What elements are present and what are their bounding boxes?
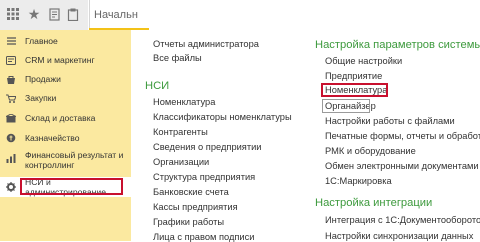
sidebar-item-finance[interactable]: Финансовый результат и контроллинг bbox=[0, 150, 131, 176]
link-general-settings[interactable]: Общие настройки bbox=[325, 56, 402, 66]
link-all-files[interactable]: Все файлы bbox=[153, 53, 202, 63]
favorites-star-icon[interactable]: ★ bbox=[25, 5, 43, 23]
link-work-schedules[interactable]: Графики работы bbox=[153, 217, 224, 227]
apps-grid-icon[interactable] bbox=[4, 5, 22, 23]
top-toolbar: ★ Начальн bbox=[0, 0, 480, 31]
sidebar-item-label: Закупки bbox=[25, 93, 57, 103]
sidebar-item-label: Финансовый результат и контроллинг bbox=[25, 150, 124, 170]
link-nomenclature-classifiers[interactable]: Классификаторы номенклатуры bbox=[153, 112, 292, 122]
clipboard-icon[interactable] bbox=[64, 5, 82, 23]
main-content: Отчеты администратора Все файлы НСИ Номе… bbox=[131, 30, 480, 242]
link-print-forms[interactable]: Печатные формы, отчеты и обработки bbox=[325, 131, 480, 141]
warehouse-icon bbox=[6, 113, 16, 123]
link-admin-reports[interactable]: Отчеты администратора bbox=[153, 39, 259, 49]
link-nomenclature[interactable]: Номенклатура bbox=[153, 97, 215, 107]
sidebar-item-label: Продажи bbox=[25, 74, 61, 84]
sidebar-item-label: Главное bbox=[25, 36, 58, 46]
link-bank-accounts[interactable]: Банковские счета bbox=[153, 187, 229, 197]
link-enterprise[interactable]: Предприятие bbox=[325, 71, 382, 81]
link-company-structure[interactable]: Структура предприятия bbox=[153, 172, 255, 182]
sidebar-item-sales[interactable]: Продажи bbox=[0, 69, 131, 89]
purchases-icon bbox=[6, 93, 16, 103]
sidebar-item-treasury[interactable]: Казначейство bbox=[0, 128, 131, 148]
link-file-settings[interactable]: Настройки работы с файлами bbox=[325, 116, 455, 126]
treasury-icon bbox=[6, 133, 16, 143]
sidebar: Главное CRM и маркетинг Продажи Закупки … bbox=[0, 30, 131, 241]
section-heading-integration: Настройка интеграции bbox=[315, 197, 433, 209]
tab-home[interactable]: Начальн bbox=[89, 0, 149, 30]
sidebar-item-purchases[interactable]: Закупки bbox=[0, 88, 131, 108]
finance-icon bbox=[6, 153, 16, 163]
link-counterparties[interactable]: Контрагенты bbox=[153, 127, 208, 137]
link-company-info[interactable]: Сведения о предприятии bbox=[153, 142, 261, 152]
highlight-box bbox=[321, 83, 388, 97]
link-marking[interactable]: 1С:Маркировка bbox=[325, 176, 392, 186]
section-heading-nsi: НСИ bbox=[145, 80, 170, 92]
sidebar-item-nsi-admin[interactable]: НСИ и администрирование bbox=[0, 177, 131, 197]
crm-icon bbox=[6, 55, 16, 65]
highlight-box bbox=[20, 178, 123, 195]
gear-icon bbox=[6, 182, 16, 192]
menu-lines-icon bbox=[6, 36, 16, 46]
link-docflow-integration[interactable]: Интеграция с 1С:Документооборотом bbox=[325, 215, 480, 225]
link-organizations[interactable]: Организации bbox=[153, 157, 209, 167]
history-icon[interactable] bbox=[45, 5, 63, 23]
link-cash-desks[interactable]: Кассы предприятия bbox=[153, 202, 238, 212]
link-data-sync-settings[interactable]: Настройки синхронизации данных bbox=[325, 231, 473, 241]
sidebar-item-label: CRM и маркетинг bbox=[25, 55, 95, 65]
link-edi[interactable]: Обмен электронными документами bbox=[325, 161, 479, 171]
section-heading-system-settings: Настройка параметров системы bbox=[315, 39, 480, 51]
sidebar-item-crm[interactable]: CRM и маркетинг bbox=[0, 50, 131, 70]
sidebar-item-label: Казначейство bbox=[25, 133, 80, 143]
focus-box bbox=[322, 99, 370, 113]
sales-icon bbox=[6, 74, 16, 84]
sidebar-item-main[interactable]: Главное bbox=[0, 31, 131, 51]
sidebar-item-warehouse[interactable]: Склад и доставка bbox=[0, 108, 131, 128]
sidebar-item-label: Склад и доставка bbox=[25, 113, 96, 123]
link-pos-equipment[interactable]: РМК и оборудование bbox=[325, 146, 416, 156]
